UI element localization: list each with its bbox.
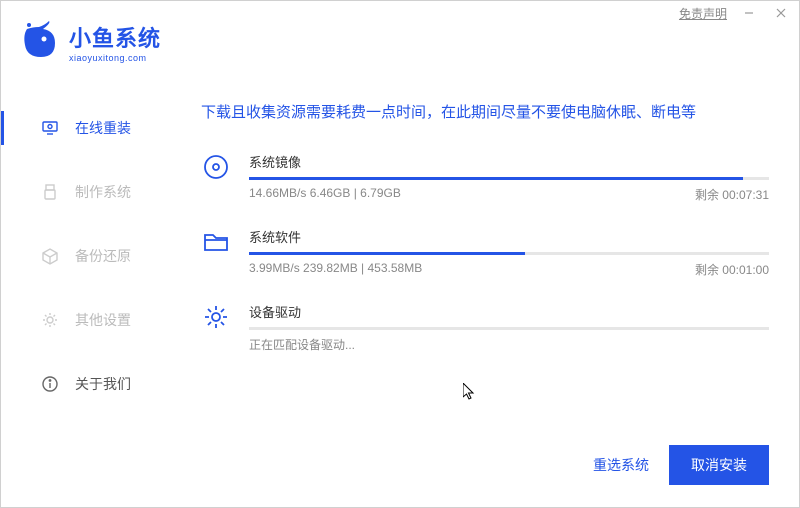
task-status: 正在匹配设备驱动...: [249, 336, 769, 353]
sidebar-item-label: 在线重装: [75, 118, 131, 138]
task-stats: 14.66MB/s 6.46GB | 6.79GB: [249, 186, 401, 203]
status-message: 下载且收集资源需要耗费一点时间，在此期间尽量不要使电脑休眠、断电等: [201, 101, 769, 122]
info-icon: [41, 375, 59, 393]
task-remaining: 剩余 00:07:31: [695, 186, 769, 203]
task-row-image: 系统镜像 14.66MB/s 6.46GB | 6.79GB 剩余 00:07:…: [201, 152, 769, 203]
close-icon: [775, 7, 787, 19]
minimize-button[interactable]: [739, 3, 759, 23]
sidebar-item-label: 备份还原: [75, 246, 131, 266]
progress-bar: [249, 327, 769, 330]
close-button[interactable]: [771, 3, 791, 23]
box-icon: [41, 247, 59, 265]
sidebar-item-label: 关于我们: [75, 374, 131, 394]
task-remaining: 剩余 00:01:00: [695, 261, 769, 278]
task-row-driver: 设备驱动 正在匹配设备驱动...: [201, 302, 769, 353]
sidebar-item-backup: 备份还原: [1, 229, 176, 283]
sidebar-item-settings: 其他设置: [1, 293, 176, 347]
progress-bar: [249, 177, 769, 180]
sidebar-item-make: 制作系统: [1, 165, 176, 219]
task-title: 系统镜像: [249, 152, 769, 171]
sidebar-item-about[interactable]: 关于我们: [1, 357, 176, 411]
gear-icon: [201, 302, 231, 332]
monitor-icon: [41, 119, 59, 137]
reselect-link[interactable]: 重选系统: [593, 455, 649, 475]
main-content: 下载且收集资源需要耗费一点时间，在此期间尽量不要使电脑休眠、断电等 系统镜像 1…: [201, 101, 769, 377]
task-title: 设备驱动: [249, 302, 769, 321]
logo-title: 小鱼系统: [69, 21, 161, 53]
logo-fish-icon: [19, 21, 61, 63]
sidebar-item-label: 其他设置: [75, 310, 131, 330]
disclaimer-link[interactable]: 免责声明: [679, 5, 727, 22]
sidebar-item-reinstall[interactable]: 在线重装: [1, 101, 176, 155]
progress-fill: [249, 177, 743, 180]
progress-bar: [249, 252, 769, 255]
gear-icon: [41, 311, 59, 329]
minimize-icon: [743, 7, 755, 19]
folder-icon: [201, 227, 231, 257]
footer: 重选系统 取消安装: [593, 445, 769, 485]
logo: 小鱼系统 xiaoyuxitong.com: [19, 21, 161, 63]
cancel-button[interactable]: 取消安装: [669, 445, 769, 485]
logo-subtitle: xiaoyuxitong.com: [69, 53, 161, 63]
progress-fill: [249, 252, 525, 255]
task-row-software: 系统软件 3.99MB/s 239.82MB | 453.58MB 剩余 00:…: [201, 227, 769, 278]
task-title: 系统软件: [249, 227, 769, 246]
sidebar: 在线重装 制作系统 备份还原 其他设置 关于我们: [1, 101, 176, 421]
sidebar-item-label: 制作系统: [75, 182, 131, 202]
disc-icon: [201, 152, 231, 182]
task-stats: 3.99MB/s 239.82MB | 453.58MB: [249, 261, 422, 278]
usb-icon: [41, 183, 59, 201]
cursor-icon: [463, 383, 479, 403]
